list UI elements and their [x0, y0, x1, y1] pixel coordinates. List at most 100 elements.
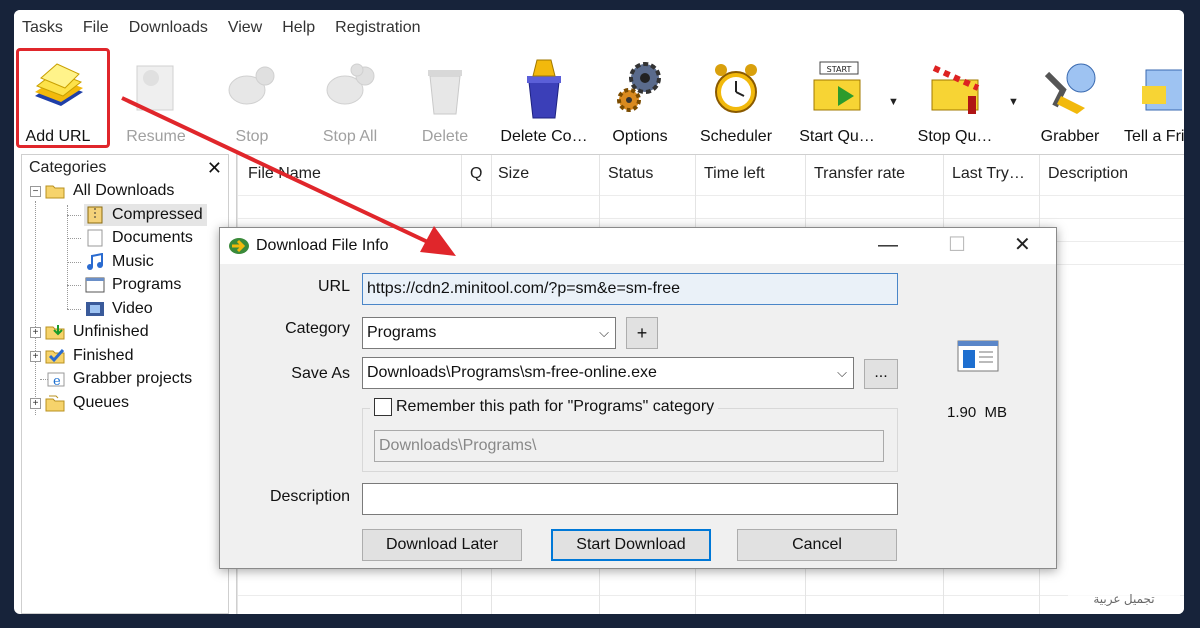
delete-completed-button[interactable]: Delete Co… [494, 54, 594, 150]
menu-downloads[interactable]: Downloads [129, 19, 208, 37]
cancel-button[interactable]: Cancel [737, 529, 897, 561]
tree-video[interactable]: Video [84, 298, 153, 320]
tell-friend-button[interactable]: Tell a Fri [1122, 54, 1184, 150]
maximize-icon[interactable]: ☐ [948, 232, 966, 257]
add-category-button[interactable]: + [626, 317, 658, 349]
tell-friend-icon [1142, 69, 1182, 111]
stop-queue-icon [931, 65, 980, 114]
stop-all-icon [326, 63, 375, 105]
save-as-value: Downloads\Programs\sm-free-online.exe [367, 364, 657, 381]
tree-documents[interactable]: Documents [84, 227, 193, 249]
start-download-button[interactable]: Start Download [551, 529, 711, 561]
category-value: Programs [367, 324, 437, 341]
menu-view[interactable]: View [228, 19, 262, 37]
film-icon [86, 302, 104, 316]
resume-label: Resume [126, 128, 186, 145]
tree-finished[interactable]: + Finished [30, 345, 133, 367]
dialog-title-bar: Download File Info — ☐ ✕ [220, 228, 1056, 264]
tree-label: Programs [112, 276, 182, 293]
remember-path-checkbox[interactable] [374, 398, 392, 416]
description-label: Description [269, 488, 350, 505]
alarm-clock-icon [715, 64, 757, 113]
menu-file[interactable]: File [83, 19, 109, 37]
toolbar: Add URL Resume Stop Stop All Delete Dele… [14, 48, 1184, 152]
delete-icon [428, 70, 462, 115]
dialog-close-icon[interactable]: ✕ [1014, 232, 1031, 257]
finished-folder-icon [45, 348, 65, 364]
archive-icon [87, 206, 103, 224]
description-field[interactable] [362, 483, 898, 515]
tree-programs[interactable]: Programs [84, 274, 181, 296]
save-as-label: Save As [291, 365, 350, 382]
menu-bar: Tasks File Downloads View Help Registrat… [14, 10, 1184, 46]
close-icon[interactable]: ✕ [207, 155, 222, 181]
idm-logo-icon [229, 238, 249, 254]
gear-icon [617, 62, 661, 112]
resume-button[interactable]: Resume [120, 54, 192, 150]
stop-queue-button[interactable]: Stop Qu… [910, 54, 1000, 150]
menu-tasks[interactable]: Tasks [22, 19, 63, 37]
tree-unfinished[interactable]: + Unfinished [30, 321, 149, 343]
url-label: URL [317, 278, 350, 295]
tree-all-downloads[interactable]: − All Downloads [30, 180, 174, 202]
tree-grabber-projects[interactable]: e Grabber projects [45, 368, 192, 390]
menu-registration[interactable]: Registration [335, 19, 420, 37]
collapse-icon[interactable]: − [30, 185, 41, 197]
start-queue-label: Start Qu… [799, 128, 875, 145]
svg-text:e: e [53, 374, 61, 388]
tree-label: Video [112, 300, 153, 317]
tree-label: All Downloads [73, 182, 175, 199]
minimize-icon[interactable]: — [878, 234, 898, 257]
options-label: Options [612, 128, 668, 145]
unfinished-folder-icon [45, 325, 65, 340]
expand-icon[interactable]: + [30, 326, 41, 338]
stop-button[interactable]: Stop [214, 54, 290, 150]
stop-queue-dropdown-icon[interactable]: ▼ [1008, 96, 1019, 108]
folder-open-icon [45, 185, 65, 199]
scheduler-button[interactable]: Scheduler [694, 54, 778, 150]
tree-label: Compressed [112, 206, 203, 223]
delete-label: Delete [421, 128, 469, 145]
grabber-button[interactable]: Grabber [1032, 54, 1108, 150]
tree-label: Music [112, 253, 154, 270]
url-field[interactable]: https://cdn2.minitool.com/?p=sm&e=sm-fre… [362, 273, 898, 305]
categories-panel: Categories ✕ − All Downloads Compressed … [21, 154, 229, 614]
stop-icon [228, 66, 275, 105]
stop-queue-label: Stop Qu… [917, 128, 993, 145]
scheduler-label: Scheduler [699, 128, 773, 145]
delete-completed-label: Delete Co… [500, 128, 588, 145]
start-queue-button[interactable]: START Start Qu… [792, 54, 882, 150]
program-window-icon [85, 277, 105, 293]
browse-button[interactable]: ... [864, 359, 898, 389]
tree-label: Grabber projects [73, 370, 193, 387]
menu-help[interactable]: Help [282, 19, 315, 37]
delete-button[interactable]: Delete [410, 54, 480, 150]
start-queue-icon: START [813, 61, 861, 111]
resume-icon [136, 65, 174, 111]
tree-queues[interactable]: + Queues [30, 392, 129, 414]
start-queue-dropdown-icon[interactable]: ▼ [888, 96, 899, 108]
chevron-down-icon: ⌵ [837, 365, 847, 380]
tree-label: Documents [112, 229, 193, 246]
remember-path-field: Downloads\Programs\ [374, 430, 884, 462]
expand-icon[interactable]: + [30, 350, 41, 362]
expand-icon[interactable]: + [30, 397, 41, 409]
watermark: تجميل عربية [1068, 586, 1180, 612]
options-button[interactable]: Options [604, 54, 676, 150]
category-label: Category [285, 320, 350, 337]
tree-compressed[interactable]: Compressed [84, 204, 207, 226]
stop-all-button[interactable]: Stop All [310, 54, 390, 150]
category-select[interactable]: Programs ⌵ [362, 317, 616, 349]
grabber-projects-icon: e [47, 372, 65, 388]
save-as-field[interactable]: Downloads\Programs\sm-free-online.exe ⌵ [362, 357, 854, 389]
download-later-button[interactable]: Download Later [362, 529, 522, 561]
dialog-title: Download File Info [256, 237, 389, 254]
stop-label: Stop [235, 128, 269, 145]
music-note-icon [87, 253, 103, 270]
tree-music[interactable]: Music [84, 251, 154, 273]
remember-path-row: Remember this path for "Programs" catego… [370, 398, 719, 416]
download-file-info-dialog: Download File Info — ☐ ✕ URL https://cdn… [219, 227, 1057, 569]
chevron-down-icon: ⌵ [599, 325, 609, 340]
categories-title: Categories [29, 159, 107, 176]
grabber-label: Grabber [1040, 128, 1100, 145]
